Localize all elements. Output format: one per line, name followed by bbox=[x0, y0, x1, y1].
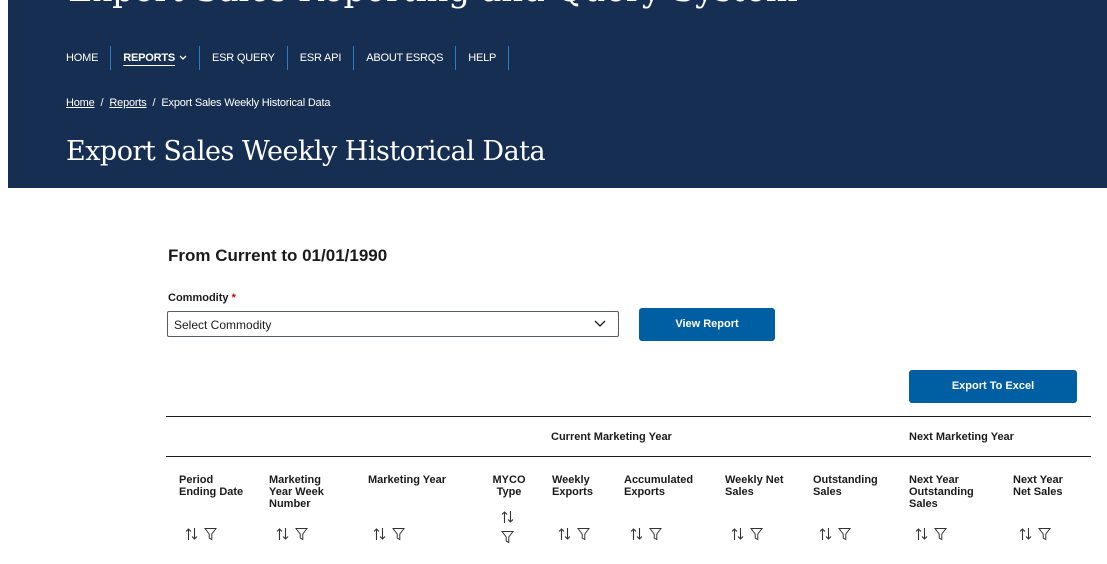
sort-arrows-icon[interactable] bbox=[373, 527, 386, 541]
nav-esr-query[interactable]: ESR QUERY bbox=[200, 47, 287, 69]
filter-funnel-icon[interactable] bbox=[934, 527, 947, 541]
sort-filter-week bbox=[276, 527, 308, 541]
view-report-button[interactable]: View Report bbox=[639, 308, 775, 341]
filter-funnel-icon[interactable] bbox=[649, 527, 662, 541]
sort-arrows-icon[interactable] bbox=[276, 527, 289, 541]
group-header-border bbox=[166, 456, 1091, 457]
filter-funnel-icon[interactable] bbox=[577, 527, 590, 541]
filter-funnel-icon[interactable] bbox=[838, 527, 851, 541]
sort-filter-accumulated-exports bbox=[630, 527, 662, 541]
sort-arrows-icon[interactable] bbox=[819, 527, 832, 541]
breadcrumb-separator: / bbox=[152, 97, 156, 109]
nav-home[interactable]: HOME bbox=[66, 47, 110, 69]
chevron-down-icon bbox=[179, 55, 187, 60]
col-weekly-exports: Weekly Exports bbox=[552, 474, 593, 498]
sort-filter-period bbox=[185, 527, 217, 541]
commodity-label: Commodity * bbox=[168, 292, 236, 304]
filter-funnel-icon[interactable] bbox=[392, 527, 405, 541]
chevron-down-icon bbox=[594, 320, 606, 327]
nav-about[interactable]: ABOUT ESRQS bbox=[354, 47, 455, 69]
page-title: Export Sales Weekly Historical Data bbox=[66, 136, 546, 167]
sort-filter-myco bbox=[501, 510, 514, 544]
sort-arrows-icon[interactable] bbox=[185, 527, 198, 541]
col-next-year-net-sales: Next Year Net Sales bbox=[1013, 474, 1063, 498]
breadcrumb: Home / Reports / Export Sales Weekly Histori… bbox=[66, 97, 330, 109]
nav-esr-api[interactable]: ESR API bbox=[288, 47, 353, 69]
group-header-current: Current Marketing Year bbox=[551, 431, 672, 443]
sort-filter-next-year-outstanding bbox=[915, 527, 947, 541]
export-to-excel-button[interactable]: Export To Excel bbox=[909, 370, 1077, 403]
sort-filter-weekly-net-sales bbox=[731, 527, 763, 541]
sort-arrows-icon[interactable] bbox=[558, 527, 571, 541]
col-myco-type: MYCO Type bbox=[492, 474, 526, 498]
site-header: Export Sales Reporting and Query System … bbox=[8, 0, 1107, 188]
col-outstanding-sales: Outstanding Sales bbox=[813, 474, 878, 498]
sort-arrows-icon[interactable] bbox=[630, 527, 643, 541]
filter-funnel-icon[interactable] bbox=[1038, 527, 1051, 541]
sort-arrows-icon[interactable] bbox=[915, 527, 928, 541]
commodity-label-text: Commodity bbox=[168, 292, 229, 304]
sort-arrows-icon[interactable] bbox=[501, 510, 514, 524]
table-top-border bbox=[166, 416, 1091, 417]
breadcrumb-current: Export Sales Weekly Historical Data bbox=[161, 97, 331, 109]
sort-arrows-icon[interactable] bbox=[1019, 527, 1032, 541]
filter-funnel-icon[interactable] bbox=[204, 527, 217, 541]
sort-filter-weekly-exports bbox=[558, 527, 590, 541]
main-nav: HOME REPORTS ESR QUERY ESR API ABOUT ESR… bbox=[66, 46, 510, 70]
breadcrumb-reports-link[interactable]: Reports bbox=[109, 97, 146, 109]
col-accumulated-exports: Accumulated Exports bbox=[624, 474, 694, 498]
commodity-select-value: Select Commodity bbox=[174, 318, 272, 332]
nav-reports[interactable]: REPORTS bbox=[111, 47, 199, 69]
group-header-next: Next Marketing Year bbox=[909, 431, 1014, 443]
col-marketing-year: Marketing Year bbox=[368, 474, 447, 486]
col-next-year-outstanding-sales: Next Year Outstanding Sales bbox=[909, 474, 974, 510]
sort-arrows-icon[interactable] bbox=[731, 527, 744, 541]
col-weekly-net-sales: Weekly Net Sales bbox=[725, 474, 784, 498]
site-banner-title: Export Sales Reporting and Query System bbox=[68, 0, 798, 10]
breadcrumb-separator: / bbox=[100, 97, 104, 109]
nav-reports-label: REPORTS bbox=[123, 52, 175, 64]
filter-funnel-icon[interactable] bbox=[750, 527, 763, 541]
col-period-ending-date: Period Ending Date bbox=[179, 474, 244, 498]
report-range-heading: From Current to 01/01/1990 bbox=[168, 246, 388, 265]
sort-filter-next-year-net-sales bbox=[1019, 527, 1051, 541]
nav-divider bbox=[508, 46, 510, 70]
filter-funnel-icon[interactable] bbox=[295, 527, 308, 541]
sort-filter-outstanding-sales bbox=[819, 527, 851, 541]
nav-help[interactable]: HELP bbox=[456, 47, 508, 69]
commodity-select[interactable]: Select Commodity bbox=[167, 311, 619, 337]
required-mark: * bbox=[231, 292, 236, 304]
filter-funnel-icon[interactable] bbox=[501, 530, 514, 544]
sort-filter-marketing-year bbox=[373, 527, 405, 541]
breadcrumb-home-link[interactable]: Home bbox=[66, 97, 95, 109]
col-marketing-year-week-number: Marketing Year Week Number bbox=[269, 474, 324, 510]
